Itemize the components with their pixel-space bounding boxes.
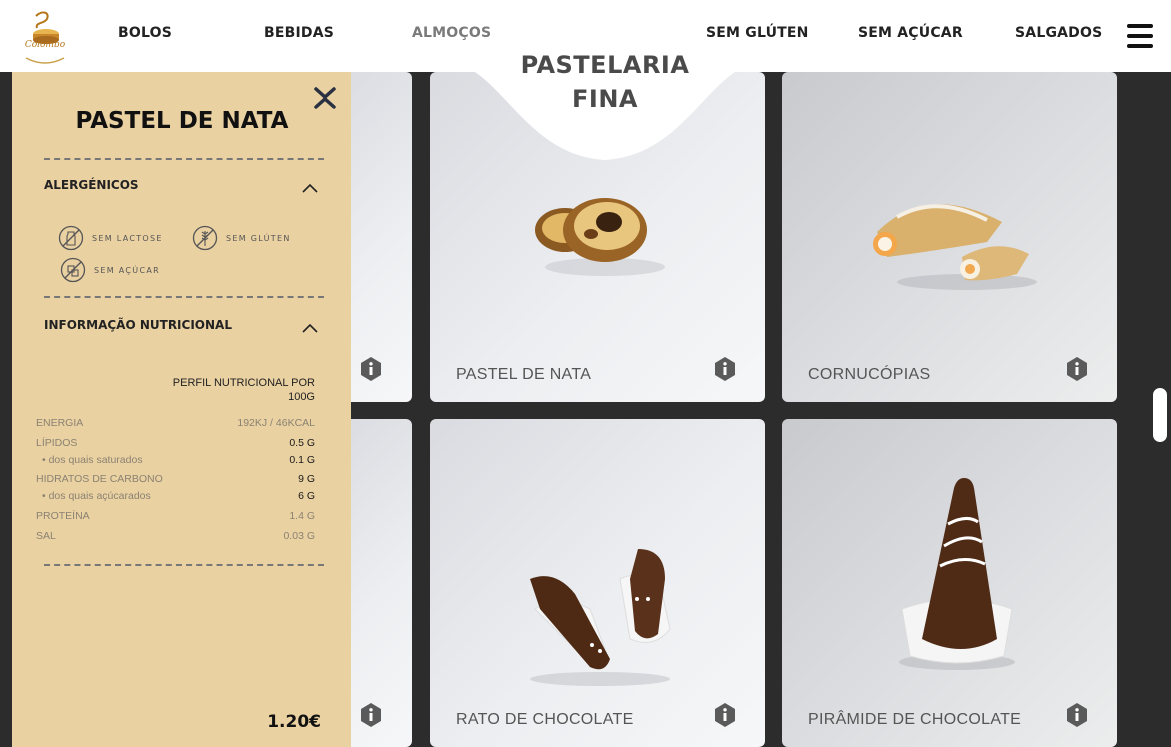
allergen-label: SEM LACTOSE: [92, 233, 163, 243]
product-name: CORNUCÓPIAS: [808, 366, 931, 383]
nutrition-label: ENERGIA: [36, 417, 84, 429]
page-title-line-1: PASTELARIA: [520, 51, 690, 79]
nutrition-row-sugars: • dos quais açúcarados 6 G: [36, 490, 315, 503]
nutrition-label: HIDRATOS DE CARBONO: [36, 473, 163, 485]
cornucopias-image: [873, 204, 1037, 290]
product-name: RATO DE CHOCOLATE: [456, 711, 634, 728]
info-icon[interactable]: [1066, 703, 1088, 727]
piramide-de-chocolate-image: [899, 478, 1015, 670]
divider: [44, 296, 324, 298]
page-title-line-2: FINA: [572, 85, 638, 113]
nav-sem-acucar[interactable]: SEM AÇÚCAR: [858, 25, 963, 41]
nav-almocos[interactable]: ALMOÇOS: [412, 25, 491, 41]
nutrition-row-saturated: • dos quais saturados 0.1 G: [36, 454, 315, 467]
no-sugar-icon: [60, 257, 86, 283]
product-detail-panel: PASTEL DE NATA ALERGÉNICOS SEM LACTOSE S…: [12, 72, 351, 747]
nutrition-value: 9 G: [298, 473, 315, 485]
product-tile-rato-de-chocolate[interactable]: RATO DE CHOCOLATE: [430, 419, 765, 747]
nutrition-value: 0.5 G: [289, 437, 315, 449]
nutrition-value: 0.03 G: [283, 530, 315, 542]
nutrition-section-title[interactable]: INFORMAÇÃO NUTRICIONAL: [44, 318, 232, 332]
nutrition-value: 0.1 G: [289, 454, 315, 466]
logo-text: Colombo: [24, 40, 66, 50]
nutrition-label: SAL: [36, 530, 56, 542]
nutrition-label: • dos quais saturados: [42, 454, 143, 466]
allergen-no-sugar: SEM AÇÚCAR: [60, 256, 160, 284]
info-icon[interactable]: [360, 357, 382, 381]
page-title: PASTELARIA FINA: [440, 48, 770, 116]
info-icon[interactable]: [714, 703, 736, 727]
nutrition-label: PROTEÍNA: [36, 510, 90, 522]
product-name: PASTEL DE NATA: [456, 366, 592, 383]
nav-sem-gluten[interactable]: SEM GLÚTEN: [706, 25, 809, 41]
allergen-no-gluten: SEM GLÚTEN: [192, 224, 291, 252]
info-icon[interactable]: [360, 703, 382, 727]
hamburger-icon[interactable]: [1127, 24, 1153, 48]
nutrition-label: LÍPIDOS: [36, 437, 78, 449]
product-name: PIRÂMIDE DE CHOCOLATE: [808, 711, 1022, 728]
nutrition-row-protein: PROTEÍNA 1.4 G: [36, 510, 315, 523]
nutrition-row-carbohydrates: HIDRATOS DE CARBONO 9 G: [36, 473, 315, 486]
scrollbar-handle[interactable]: [1153, 388, 1167, 442]
nutrition-label: • dos quais açúcarados: [42, 490, 151, 502]
nutrition-profile-header: PERFIL NUTRICIONAL POR 100G: [172, 377, 315, 403]
divider: [44, 564, 324, 566]
nutrition-row-energy: ENERGIA 192KJ / 46KCAL: [36, 417, 315, 430]
chevron-up-icon[interactable]: [302, 323, 318, 333]
nutrition-value: 192KJ / 46KCAL: [237, 417, 315, 429]
chevron-up-icon[interactable]: [302, 183, 318, 193]
info-icon[interactable]: [1066, 357, 1088, 381]
nav-bebidas[interactable]: BEBIDAS: [264, 25, 334, 41]
nav-salgados[interactable]: SALGADOS: [1015, 25, 1102, 41]
allergen-label: SEM AÇÚCAR: [94, 265, 160, 275]
product-price: 1.20€: [267, 712, 321, 732]
close-icon[interactable]: [312, 86, 338, 110]
allergen-label: SEM GLÚTEN: [226, 233, 291, 243]
nutrition-value: 6 G: [298, 490, 315, 502]
nutrition-value: 1.4 G: [289, 510, 315, 522]
nutrition-row-lipids: LÍPIDOS 0.5 G: [36, 437, 315, 450]
pastel-de-nata-image: [535, 198, 665, 276]
product-tile-cornucopias[interactable]: CORNUCÓPIAS: [782, 72, 1117, 402]
product-tile-piramide-de-chocolate[interactable]: PIRÂMIDE DE CHOCOLATE: [782, 419, 1117, 747]
nutrition-row-salt: SAL 0.03 G: [36, 530, 315, 543]
no-lactose-icon: [58, 225, 84, 251]
divider: [44, 158, 324, 160]
nav-bolos[interactable]: BOLOS: [118, 25, 172, 41]
rato-de-chocolate-image: [530, 549, 671, 686]
allergen-no-lactose: SEM LACTOSE: [58, 224, 163, 252]
panel-title: PASTEL DE NATA: [75, 108, 289, 134]
allergens-section-title[interactable]: ALERGÉNICOS: [44, 178, 139, 192]
no-gluten-icon: [192, 225, 218, 251]
info-icon[interactable]: [714, 357, 736, 381]
brand-logo[interactable]: Colombo: [20, 10, 70, 66]
